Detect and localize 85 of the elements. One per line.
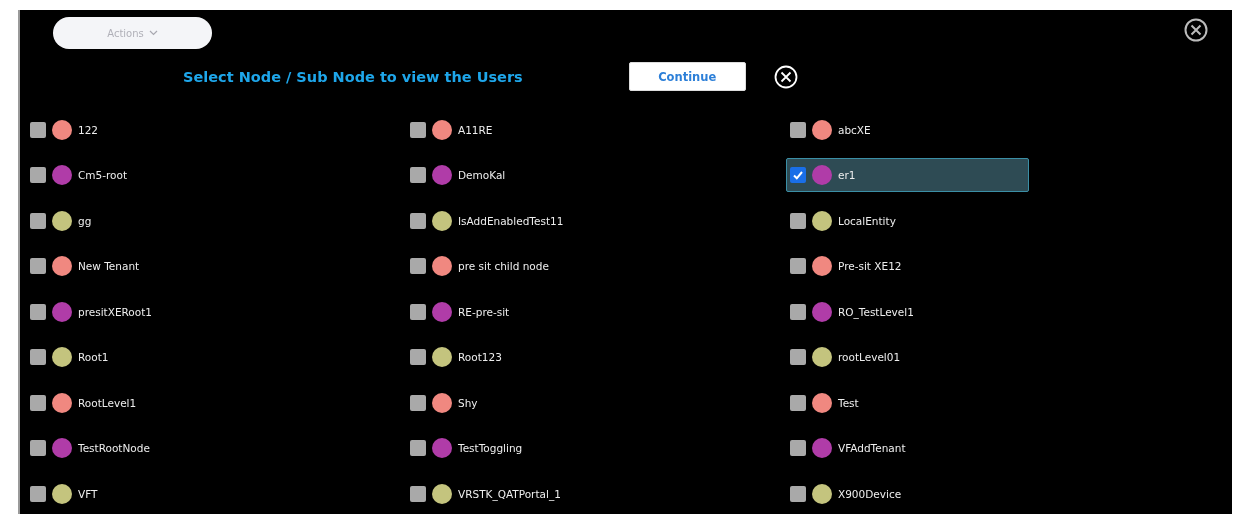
node-item[interactable]: TestToggling	[406, 431, 649, 466]
node-label: VFAddTenant	[838, 442, 906, 455]
node-label: RootLevel1	[78, 396, 137, 409]
node-item[interactable]: IsAddEnabledTest11	[406, 203, 649, 238]
node-label: pre sit child node	[458, 260, 549, 273]
node-item[interactable]: Cm5-root	[26, 158, 269, 193]
checkbox[interactable]	[30, 258, 46, 275]
node-label: RE-pre-sit	[458, 305, 510, 318]
checkbox[interactable]	[790, 440, 806, 457]
close-icon[interactable]	[1184, 18, 1208, 42]
checkbox[interactable]	[410, 394, 426, 411]
node-label: Root123	[458, 351, 502, 364]
node-item[interactable]: TestRootNode	[26, 431, 269, 466]
checkbox[interactable]	[30, 303, 46, 320]
checkbox[interactable]	[790, 167, 806, 184]
node-label: Pre-sit XE12	[838, 260, 902, 273]
node-item[interactable]: presitXERoot1	[26, 294, 269, 329]
node-item[interactable]: Root1	[26, 340, 269, 375]
checkbox[interactable]	[790, 349, 806, 366]
node-label: TestRootNode	[78, 442, 150, 455]
node-label: 122	[78, 123, 99, 136]
node-label: gg	[78, 214, 92, 227]
node-item[interactable]: pre sit child node	[406, 249, 649, 284]
node-item[interactable]: RE-pre-sit	[406, 294, 649, 329]
node-item[interactable]: New Tenant	[26, 249, 269, 284]
checkbox[interactable]	[30, 440, 46, 457]
node-label: er1	[838, 169, 856, 182]
checkbox[interactable]	[410, 349, 426, 366]
checkbox[interactable]	[790, 394, 806, 411]
node-item[interactable]: gg	[26, 203, 269, 238]
node-item[interactable]: 122	[26, 112, 269, 147]
node-label: IsAddEnabledTest11	[458, 214, 564, 227]
checkbox[interactable]	[790, 121, 806, 138]
checkbox[interactable]	[410, 167, 426, 184]
node-item[interactable]: VRSTK_QATPortal_1	[406, 476, 649, 511]
checkbox[interactable]	[30, 212, 46, 229]
node-label: RO_TestLevel1	[838, 305, 914, 318]
node-item[interactable]: RootLevel1	[26, 385, 269, 420]
checkbox[interactable]	[30, 167, 46, 184]
node-item[interactable]: Root123	[406, 340, 649, 375]
node-label: VFT	[78, 487, 98, 500]
checkbox[interactable]	[410, 258, 426, 275]
node-label: Test	[838, 396, 859, 409]
node-label: presitXERoot1	[78, 305, 152, 318]
node-item[interactable]: VFAddTenant	[786, 431, 1029, 466]
checkbox[interactable]	[410, 440, 426, 457]
checkbox[interactable]	[790, 212, 806, 229]
continue-button[interactable]: Continue	[628, 62, 746, 91]
node-label: New Tenant	[78, 260, 140, 273]
node-item[interactable]: A11RE	[406, 112, 649, 147]
checkbox[interactable]	[30, 394, 46, 411]
node-label: DemoKal	[458, 169, 506, 182]
node-item[interactable]: Pre-sit XE12	[786, 249, 1029, 284]
node-item[interactable]: DemoKal	[406, 158, 649, 193]
node-item[interactable]: RO_TestLevel1	[786, 294, 1029, 329]
checkbox[interactable]	[790, 485, 806, 502]
node-label: abcXE	[838, 123, 871, 136]
dialog-title: Select Node / Sub Node to view the Users	[183, 68, 523, 85]
node-label: VRSTK_QATPortal_1	[458, 487, 561, 500]
node-item[interactable]: abcXE	[786, 112, 1029, 147]
node-label: Root1	[78, 351, 109, 364]
checkbox[interactable]	[790, 303, 806, 320]
node-item[interactable]: LocalEntity	[786, 203, 1029, 238]
node-label: X900Device	[838, 487, 902, 500]
node-label: A11RE	[458, 123, 493, 136]
checkbox[interactable]	[410, 303, 426, 320]
node-label: rootLevel01	[838, 351, 901, 364]
node-item[interactable]: er1	[786, 158, 1029, 193]
checkbox[interactable]	[30, 121, 46, 138]
node-item[interactable]: VFT	[26, 476, 269, 511]
checkbox[interactable]	[410, 121, 426, 138]
node-item[interactable]: Shy	[406, 385, 649, 420]
checkbox[interactable]	[30, 349, 46, 366]
checkbox[interactable]	[790, 258, 806, 275]
node-item[interactable]: Test	[786, 385, 1029, 420]
node-item[interactable]: X900Device	[786, 476, 1029, 511]
checkbox[interactable]	[410, 212, 426, 229]
node-label: Cm5-root	[78, 169, 128, 182]
node-label: LocalEntity	[838, 214, 896, 227]
checkbox[interactable]	[30, 485, 46, 502]
node-label: Shy	[458, 396, 478, 409]
node-item[interactable]: rootLevel01	[786, 340, 1029, 375]
chevron-down-icon	[148, 30, 158, 36]
node-label: TestToggling	[458, 442, 523, 455]
checkbox[interactable]	[410, 485, 426, 502]
